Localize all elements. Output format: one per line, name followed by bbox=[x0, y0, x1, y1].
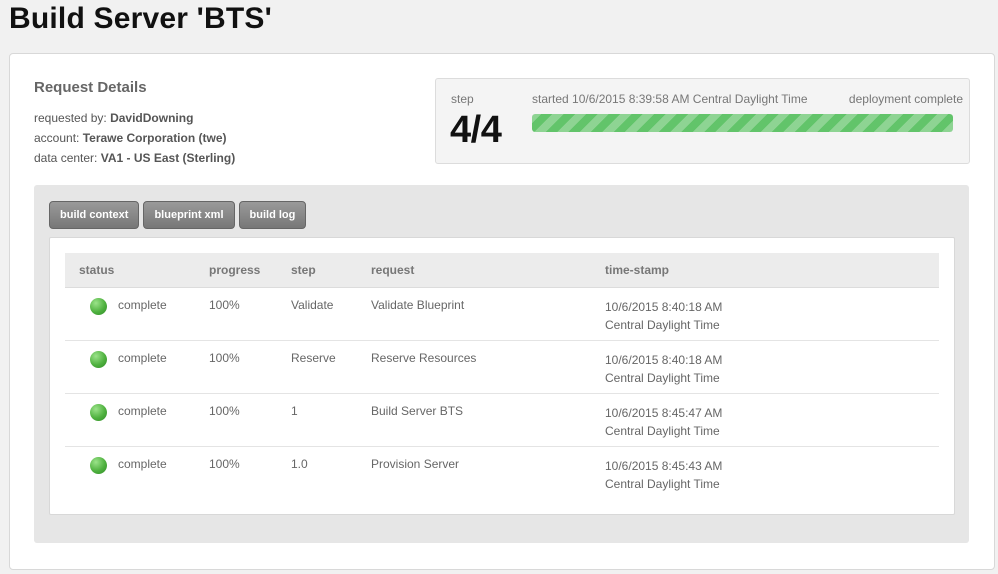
requested-by-row: requested by: DavidDowning bbox=[34, 108, 235, 128]
row-progress: 100% bbox=[209, 351, 240, 365]
row-time: 10/6/2015 8:40:18 AM bbox=[605, 300, 723, 314]
row-status: complete bbox=[118, 457, 167, 471]
view-buttons: build context blueprint xml build log bbox=[49, 201, 310, 229]
row-request: Build Server BTS bbox=[371, 404, 464, 418]
status-complete-icon bbox=[90, 457, 107, 474]
table-row: complete 100% 1 Build Server BTS 10/6/20… bbox=[65, 394, 939, 447]
step-label: step bbox=[451, 92, 474, 106]
row-progress: 100% bbox=[209, 457, 240, 471]
started-timestamp: started 10/6/2015 8:39:58 AM Central Day… bbox=[532, 92, 808, 106]
row-time: 10/6/2015 8:40:18 AM bbox=[605, 353, 723, 367]
blueprint-xml-button[interactable]: blueprint xml bbox=[143, 201, 235, 229]
build-log-button[interactable]: build log bbox=[238, 201, 307, 229]
header-step[interactable]: step bbox=[291, 263, 316, 277]
deployment-status-text: deployment complete bbox=[848, 92, 963, 106]
table-row: complete 100% Reserve Reserve Resources … bbox=[65, 341, 939, 394]
data-center-label: data center: bbox=[34, 151, 98, 165]
row-time-stamp: 10/6/2015 8:45:47 AM Central Daylight Tim… bbox=[605, 404, 722, 440]
row-status: complete bbox=[118, 298, 167, 312]
row-step: 1.0 bbox=[291, 457, 308, 471]
deployment-progress-bar bbox=[532, 114, 953, 132]
request-panel: Request Details requested by: DavidDowni… bbox=[9, 53, 995, 570]
build-context-button[interactable]: build context bbox=[49, 201, 140, 229]
account-value: Terawe Corporation (twe) bbox=[82, 131, 227, 145]
row-request: Validate Blueprint bbox=[371, 298, 465, 312]
row-time: 10/6/2015 8:45:47 AM bbox=[605, 406, 723, 420]
table-row: complete 100% Validate Validate Blueprin… bbox=[65, 288, 939, 341]
data-center-value: VA1 - US East (Sterling) bbox=[100, 151, 236, 165]
status-complete-icon bbox=[90, 351, 107, 368]
build-steps-table: status progress step request time-stamp … bbox=[49, 237, 955, 515]
header-request[interactable]: request bbox=[371, 263, 414, 277]
row-progress: 100% bbox=[209, 298, 240, 312]
requested-by-value: DavidDowning bbox=[110, 111, 194, 125]
row-time-stamp: 10/6/2015 8:40:18 AM Central Daylight Tim… bbox=[605, 298, 722, 334]
request-details-heading: Request Details bbox=[34, 79, 147, 96]
row-status: complete bbox=[118, 351, 167, 365]
deployment-progress-fill bbox=[532, 114, 953, 132]
row-step: Reserve bbox=[291, 351, 336, 365]
requested-by-label: requested by: bbox=[34, 111, 107, 125]
header-progress[interactable]: progress bbox=[209, 263, 260, 277]
header-status[interactable]: status bbox=[79, 263, 114, 277]
account-label: account: bbox=[34, 131, 80, 145]
data-center-row: data center: VA1 - US East (Sterling) bbox=[34, 148, 235, 168]
row-timezone: Central Daylight Time bbox=[605, 477, 720, 491]
row-timezone: Central Daylight Time bbox=[605, 371, 720, 385]
status-complete-icon bbox=[90, 404, 107, 421]
row-step: 1 bbox=[291, 404, 298, 418]
row-request: Reserve Resources bbox=[371, 351, 477, 365]
row-status: complete bbox=[118, 404, 167, 418]
header-time-stamp[interactable]: time-stamp bbox=[605, 263, 669, 277]
row-timezone: Central Daylight Time bbox=[605, 318, 720, 332]
step-counter: 4/4 bbox=[450, 109, 502, 151]
deployment-status-box: step 4/4 started 10/6/2015 8:39:58 AM Ce… bbox=[435, 78, 970, 164]
row-progress: 100% bbox=[209, 404, 240, 418]
row-time-stamp: 10/6/2015 8:45:43 AM Central Daylight Tim… bbox=[605, 457, 722, 493]
table-row: complete 100% 1.0 Provision Server 10/6/… bbox=[65, 447, 939, 499]
row-time-stamp: 10/6/2015 8:40:18 AM Central Daylight Tim… bbox=[605, 351, 722, 387]
status-complete-icon bbox=[90, 298, 107, 315]
row-step: Validate bbox=[291, 298, 334, 312]
row-timezone: Central Daylight Time bbox=[605, 424, 720, 438]
account-row: account: Terawe Corporation (twe) bbox=[34, 128, 235, 148]
page-title: Build Server 'BTS' bbox=[9, 2, 272, 35]
build-workspace: build context blueprint xml build log stat… bbox=[34, 185, 969, 543]
request-details: Request Details requested by: DavidDowni… bbox=[34, 79, 235, 168]
table-header: status progress step request time-stamp bbox=[65, 253, 939, 288]
row-time: 10/6/2015 8:45:43 AM bbox=[605, 459, 723, 473]
row-request: Provision Server bbox=[371, 457, 460, 471]
table-body: complete 100% Validate Validate Blueprin… bbox=[65, 288, 939, 499]
